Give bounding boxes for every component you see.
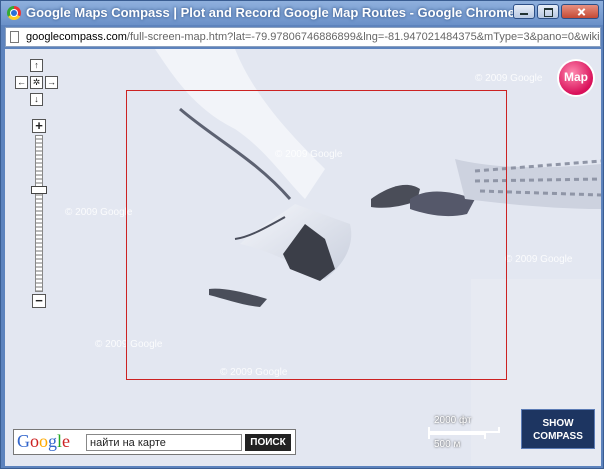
map-badge-label: Map — [564, 70, 588, 84]
show-compass-button[interactable]: SHOW COMPASS — [521, 409, 595, 449]
page-icon — [10, 31, 19, 43]
minimize-button[interactable] — [513, 4, 535, 19]
map-watermark: © 2009 Google — [505, 254, 573, 265]
url-host: googlecompass.com — [26, 31, 127, 43]
logo-letter: G — [17, 431, 30, 451]
scale-bar: 2000 фт 500 м — [428, 415, 508, 453]
logo-letter: g — [48, 431, 57, 451]
pan-up-button[interactable]: ↑ — [30, 59, 43, 72]
zoom-slider-handle[interactable] — [31, 185, 47, 194]
logo-letter: e — [62, 431, 71, 451]
scale-upper-label: 2000 фт — [434, 415, 472, 426]
chrome-icon — [7, 6, 21, 20]
address-bar[interactable]: googlecompass.com/full-screen-map.htm?la… — [5, 27, 601, 47]
scale-lower-label: 500 м — [434, 439, 461, 450]
map-badge-button[interactable]: Map — [559, 61, 593, 95]
window-title: Google Maps Compass | Plot and Record Go… — [26, 5, 516, 20]
pan-right-button[interactable]: → — [45, 76, 58, 89]
url-text[interactable]: googlecompass.com/full-screen-map.htm?la… — [26, 31, 601, 43]
satellite-map[interactable]: © 2009 Google © 2009 Google © 2009 Googl… — [5, 49, 601, 466]
logo-letter: o — [39, 431, 48, 451]
google-logo: Google — [17, 431, 70, 452]
map-watermark: © 2009 Google — [65, 207, 133, 218]
zoom-out-button[interactable]: − — [32, 294, 46, 308]
map-watermark: © 2009 Google — [475, 73, 543, 84]
logo-letter: o — [30, 431, 39, 451]
search-button[interactable]: ПОИСК — [245, 434, 291, 451]
close-button[interactable] — [561, 4, 599, 19]
pan-down-button[interactable]: ↓ — [30, 93, 43, 106]
pan-control: ↑ ← ✲ → ↓ — [12, 57, 60, 109]
zoom-in-button[interactable]: + — [32, 119, 46, 133]
maximize-button[interactable] — [537, 4, 559, 19]
search-panel: Google ПОИСК — [13, 429, 296, 455]
selection-rectangle — [126, 90, 507, 380]
center-button[interactable]: ✲ — [30, 76, 43, 89]
pan-left-button[interactable]: ← — [15, 76, 28, 89]
search-input[interactable] — [86, 434, 242, 451]
url-path: /full-screen-map.htm?lat=-79.97806746886… — [126, 31, 601, 43]
browser-window: Google Maps Compass | Plot and Record Go… — [0, 0, 604, 469]
zoom-slider[interactable] — [35, 135, 43, 292]
title-bar: Google Maps Compass | Plot and Record Go… — [1, 1, 603, 25]
